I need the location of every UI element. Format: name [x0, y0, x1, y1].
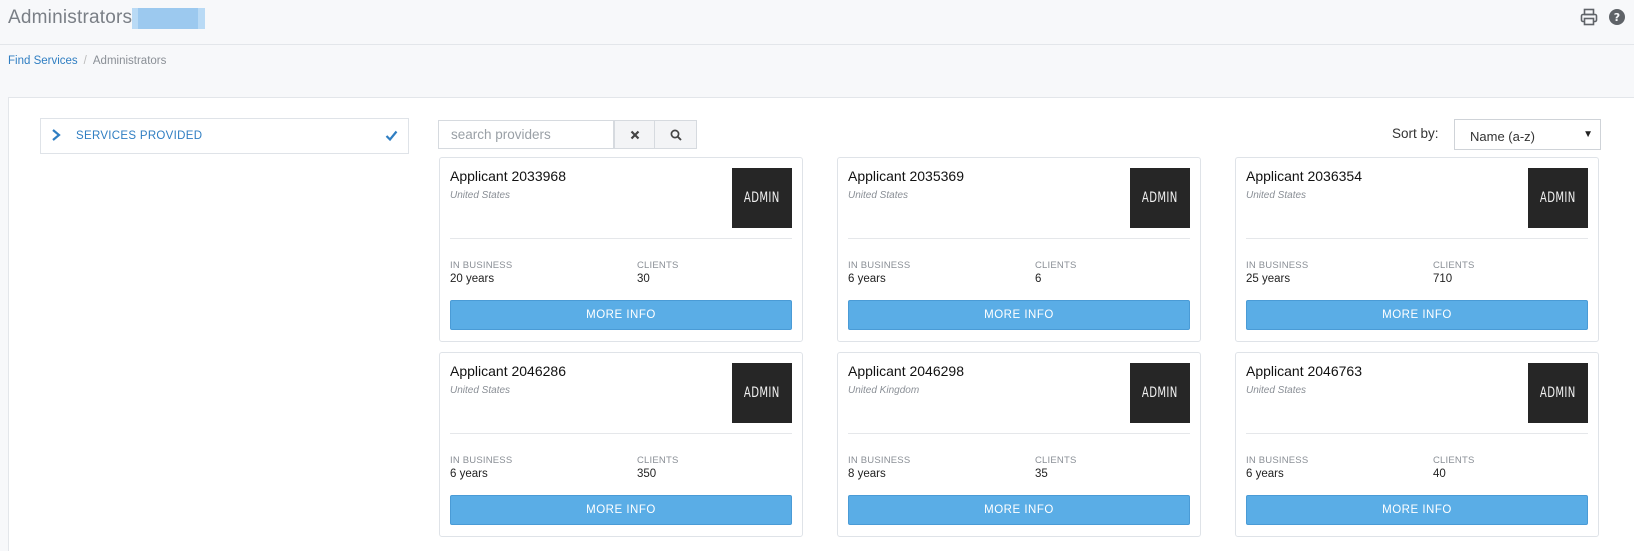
provider-name: Applicant 2035369 — [848, 168, 964, 184]
filter-label: SERVICES PROVIDED — [76, 130, 203, 142]
clients-label: CLIENTS — [637, 260, 679, 271]
more-info-button[interactable]: MORE INFO — [1246, 495, 1588, 525]
provider-logo: ADMIN — [732, 168, 792, 228]
help-icon[interactable]: ? — [1608, 8, 1626, 26]
provider-logo: ADMIN — [1130, 168, 1190, 228]
clients-value: 6 — [1035, 273, 1042, 285]
breadcrumb-link-find-services[interactable]: Find Services — [8, 55, 78, 67]
in-business-label: IN BUSINESS — [1246, 260, 1309, 271]
clients-label: CLIENTS — [1035, 455, 1077, 466]
clients-label: CLIENTS — [1035, 260, 1077, 271]
provider-logo: ADMIN — [1528, 168, 1588, 228]
in-business-value: 6 years — [1246, 468, 1284, 480]
provider-country: United States — [450, 190, 511, 201]
main-panel: SERVICES PROVIDED Sort by: Name (a-z) ▼ … — [8, 97, 1634, 551]
more-info-button[interactable]: MORE INFO — [1246, 300, 1588, 330]
in-business-value: 6 years — [450, 468, 488, 480]
in-business-value: 20 years — [450, 273, 495, 285]
more-info-button[interactable]: MORE INFO — [848, 495, 1190, 525]
card-divider — [1246, 433, 1588, 434]
provider-country: United States — [848, 190, 909, 201]
in-business-value: 25 years — [1246, 273, 1291, 285]
provider-name: Applicant 2036354 — [1246, 168, 1362, 184]
card-divider — [1246, 238, 1588, 239]
breadcrumb-current: Administrators — [92, 55, 167, 67]
sort-label: Sort by: — [1392, 126, 1439, 141]
in-business-label: IN BUSINESS — [450, 260, 513, 271]
clients-label: CLIENTS — [1433, 455, 1475, 466]
provider-country: United States — [1246, 190, 1307, 201]
breadcrumb: Find Services / Administrators — [8, 55, 166, 67]
chevron-right-icon — [52, 129, 61, 141]
sort-selected-value: Name (a-z) — [1470, 129, 1536, 144]
print-icon[interactable] — [1580, 8, 1598, 26]
provider-name: Applicant 2046298 — [848, 363, 964, 379]
card-divider — [450, 433, 792, 434]
clients-label: CLIENTS — [1433, 260, 1475, 271]
in-business-value: 8 years — [848, 468, 886, 480]
clients-value: 35 — [1035, 468, 1048, 480]
provider-country: United States — [450, 385, 511, 396]
checkmark-icon — [385, 130, 398, 142]
clients-value: 40 — [1433, 468, 1446, 480]
search-button[interactable] — [654, 120, 697, 149]
more-info-button[interactable]: MORE INFO — [450, 495, 792, 525]
provider-card: Applicant 2046286 United States ADMIN IN… — [439, 352, 803, 537]
provider-logo: ADMIN — [1528, 363, 1588, 423]
more-info-button[interactable]: MORE INFO — [848, 300, 1190, 330]
provider-country: United Kingdom — [848, 385, 920, 396]
clients-label: CLIENTS — [637, 455, 679, 466]
provider-country: United States — [1246, 385, 1307, 396]
provider-name: Applicant 2033968 — [450, 168, 566, 184]
breadcrumb-separator: / — [83, 55, 87, 67]
card-divider — [848, 238, 1190, 239]
provider-name: Applicant 2046286 — [450, 363, 566, 379]
more-info-button[interactable]: MORE INFO — [450, 300, 792, 330]
provider-card: Applicant 2033968 United States ADMIN IN… — [439, 157, 803, 342]
in-business-label: IN BUSINESS — [1246, 455, 1309, 466]
in-business-label: IN BUSINESS — [848, 260, 911, 271]
provider-logo: ADMIN — [1130, 363, 1190, 423]
provider-card: Applicant 2046298 United Kingdom ADMIN I… — [837, 352, 1201, 537]
svg-text:?: ? — [1614, 11, 1620, 24]
redacted-badge — [132, 8, 205, 29]
provider-card: Applicant 2046763 United States ADMIN IN… — [1235, 352, 1599, 537]
clients-value: 30 — [637, 273, 650, 285]
search-input[interactable] — [438, 120, 614, 149]
card-divider — [450, 238, 792, 239]
top-bar: Administrators ? — [0, 0, 1634, 45]
sort-select[interactable]: Name (a-z) ▼ — [1454, 119, 1601, 150]
in-business-label: IN BUSINESS — [450, 455, 513, 466]
provider-card: Applicant 2035369 United States ADMIN IN… — [837, 157, 1201, 342]
search-icon — [670, 129, 682, 141]
provider-name: Applicant 2046763 — [1246, 363, 1362, 379]
clients-value: 350 — [637, 468, 657, 480]
clients-value: 710 — [1433, 273, 1453, 285]
dropdown-arrow-icon: ▼ — [1583, 129, 1593, 140]
close-icon — [630, 130, 639, 139]
in-business-label: IN BUSINESS — [848, 455, 911, 466]
page-title: Administrators — [8, 7, 133, 28]
provider-logo: ADMIN — [732, 363, 792, 423]
services-provided-filter[interactable]: SERVICES PROVIDED — [40, 118, 409, 154]
provider-card: Applicant 2036354 United States ADMIN IN… — [1235, 157, 1599, 342]
clear-search-button[interactable] — [614, 120, 655, 149]
card-divider — [848, 433, 1190, 434]
in-business-value: 6 years — [848, 273, 886, 285]
